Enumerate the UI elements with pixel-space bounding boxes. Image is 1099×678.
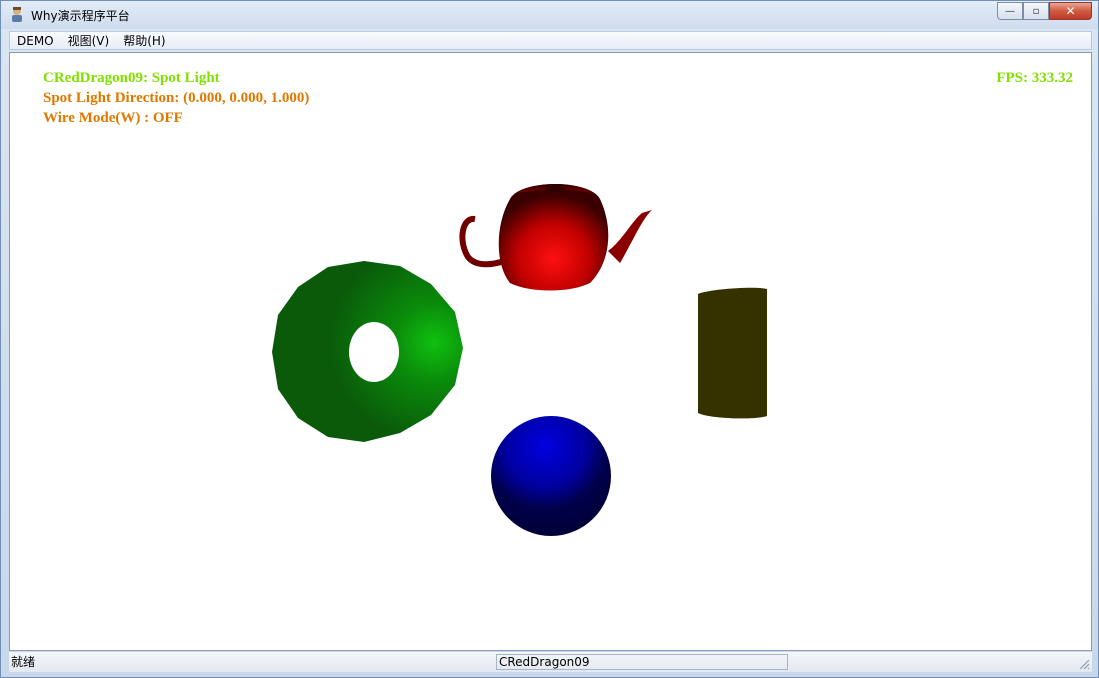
resize-grip-icon[interactable] (1078, 658, 1090, 670)
menu-view[interactable]: 视图(V) (61, 32, 117, 49)
menu-help[interactable]: 帮助(H) (116, 32, 172, 49)
window-title: Why演示程序平台 (31, 9, 130, 23)
status-ready: 就绪 (11, 655, 36, 669)
status-bar: 就绪 CRedDragon09 (9, 652, 1092, 672)
minimize-button[interactable]: — (997, 2, 1023, 20)
maximize-button[interactable]: ▫ (1023, 2, 1049, 20)
window-controls: — ▫ ✕ (997, 2, 1092, 21)
close-icon: ✕ (1065, 4, 1076, 18)
menu-bar: DEMO 视图(V) 帮助(H) (9, 31, 1092, 50)
close-button[interactable]: ✕ (1049, 2, 1092, 20)
status-pane-demo: CRedDragon09 (496, 654, 788, 670)
render-viewport[interactable]: CRedDragon09: Spot Light Spot Light Dire… (9, 52, 1092, 651)
minimize-icon: — (1005, 5, 1015, 17)
menu-demo[interactable]: DEMO (10, 34, 61, 48)
app-icon (12, 7, 22, 22)
scene-canvas (272, 184, 767, 536)
torus-object (272, 261, 463, 442)
teapot-object (459, 184, 652, 291)
app-window: Why演示程序平台 — ▫ ✕ DEMO 视图(V) 帮助(H) CRedDra… (0, 0, 1099, 678)
title-bar[interactable]: Why演示程序平台 — ▫ ✕ (1, 1, 1098, 29)
maximize-icon: ▫ (1032, 5, 1040, 17)
cylinder-object (698, 287, 767, 419)
sphere-object (491, 416, 611, 536)
